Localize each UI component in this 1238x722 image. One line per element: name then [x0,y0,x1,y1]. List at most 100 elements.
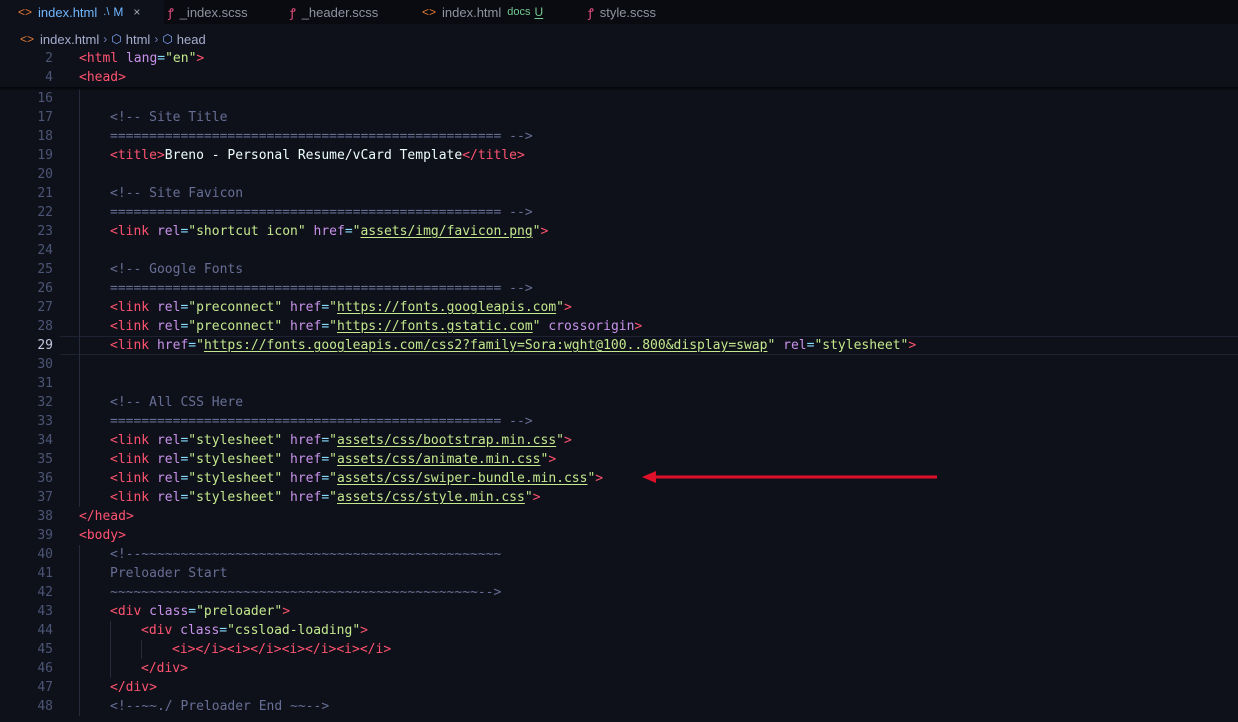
code-token: </ [79,509,95,524]
code-line[interactable]: 43 <div class="preloader"> [0,602,1238,621]
code-token: "stylesheet" [188,433,283,448]
tab-label: _header.scss [301,4,379,20]
code-token: = [321,433,330,448]
code-token: href [290,433,322,448]
code-token: = [321,490,330,505]
code-token: href [156,338,189,353]
line-number: 47 [37,680,53,695]
code-line[interactable]: 33 ======================================… [0,412,1238,431]
code-line[interactable]: 18 ======================================… [0,127,1238,146]
code-token: href [290,471,322,486]
tab-label: index.html [38,4,98,20]
code-line[interactable]: 41 Preloader Start [0,564,1238,583]
code-line[interactable]: 20 [0,165,1238,184]
code-editor[interactable]: 2 <html lang="en"> 4 <head> 16 17 <!-- Site Ti… [0,49,1238,722]
code-token: < [110,319,118,334]
code-token: > [118,70,126,85]
code-line[interactable]: 42 ~~~~~~~~~~~~~~~~~~~~~~~~~~~~~~~~~~~~~~… [0,583,1238,602]
code-token: = [321,300,330,315]
line-number: 4 [45,70,53,85]
code-token: > [156,148,165,163]
code-text: </head> [79,507,134,526]
line-number: 41 [37,566,53,581]
tab-4[interactable]: ꝭ style.scss [588,0,668,24]
code-line[interactable]: 19 <title>Breno - Personal Resume/vCard T… [0,146,1238,165]
code-line[interactable]: 17 <!-- Site Title [0,108,1238,127]
code-token: rel [156,452,181,467]
code-token: <!-- Google Fonts [110,262,244,277]
code-line[interactable]: 23 <link rel="shortcut icon" href="assets… [0,222,1238,241]
code-line[interactable]: 30 [0,355,1238,374]
code-token: div [117,604,142,619]
code-line[interactable]: 28 <link rel="preconnect" href="https://f… [0,317,1238,336]
close-icon[interactable]: × [133,5,140,19]
code-line[interactable]: 29 <link href="https://fonts.googleapis.c… [0,336,1238,355]
code-line[interactable]: 35 <link rel="stylesheet" href="assets/cs… [0,450,1238,469]
code-text: Preloader Start [110,564,227,583]
code-line[interactable]: 36 <link rel="stylesheet" href="assets/cs… [0,469,1238,488]
code-line[interactable]: 21 <!-- Site Favicon [0,184,1238,203]
code-line[interactable]: 45 <i></i><i></i><i></i><i></i> [0,640,1238,659]
code-token: ========================================… [110,129,533,144]
code-token: > [180,661,188,676]
code-token: link [117,319,150,334]
code-text: <!-- Site Title [110,108,227,127]
breadcrumb-head[interactable]: head [177,32,206,47]
code-token: "en" [165,51,197,66]
code-text: <div class="cssload-loading"> [141,621,368,640]
breadcrumb-html[interactable]: html [126,32,151,47]
code-line[interactable]: 16 [0,89,1238,108]
code-token: href [290,490,322,505]
code-line[interactable]: 38 </head> [0,507,1238,526]
line-number: 26 [37,281,53,296]
code-token: </ [462,148,478,163]
tab-1[interactable]: ꝭ _index.scss [168,0,278,24]
code-token: div [156,661,181,676]
code-token: href [290,300,322,315]
code-line[interactable]: 25 <!-- Google Fonts [0,260,1238,279]
breadcrumb-file[interactable]: index.html [40,32,99,47]
code-line[interactable]: 44 <div class="cssload-loading"> [0,621,1238,640]
line-number: 20 [37,167,53,182]
code-line[interactable]: 40 <!--~~~~~~~~~~~~~~~~~~~~~~~~~~~~~~~~~~… [0,545,1238,564]
code-token: link [117,224,150,239]
code-line[interactable]: 26 ======================================… [0,279,1238,298]
code-line[interactable]: 39 <body> [0,526,1238,545]
code-token: ========================================… [110,281,533,296]
code-line[interactable]: 27 <link rel="preconnect" href="https://f… [0,298,1238,317]
code-line[interactable]: 32 <!-- All CSS Here [0,393,1238,412]
code-line[interactable]: 37 <link rel="stylesheet" href="assets/cs… [0,488,1238,507]
indent-guide [79,621,80,640]
code-token: rel [783,338,807,353]
tab-label: index.html [442,4,502,20]
code-line[interactable]: 24 [0,241,1238,260]
code-line[interactable]: 46 </div> [0,659,1238,678]
code-text: </div> [110,678,157,697]
code-text: <link rel="stylesheet" href="assets/css/… [110,488,541,507]
code-token: > [563,300,572,315]
code-token: " [329,433,337,448]
tab-0[interactable]: <> index.html .\ M × [0,0,164,24]
code-line[interactable]: 2 <html lang="en"> [0,49,1238,68]
code-text: <!--~~~~~~~~~~~~~~~~~~~~~~~~~~~~~~~~~~~~… [110,545,501,564]
code-line[interactable]: 31 [0,374,1238,393]
code-line[interactable]: 47 </div> [0,678,1238,697]
arrow-head [642,471,656,483]
code-text: <link rel="stylesheet" href="assets/css/… [110,469,603,488]
tab-2[interactable]: ꝭ _header.scss [290,0,410,24]
code-token: = [321,319,330,334]
line-number: 38 [37,509,53,524]
code-token: <i></i><i></i><i></i><i></i> [172,642,392,657]
code-line[interactable]: 48 <!--~~./ Preloader End ~~--> [0,697,1238,716]
code-line[interactable]: 22 ======================================… [0,203,1238,222]
indent-guide [79,640,80,659]
code-line[interactable]: 34 <link rel="stylesheet" href="assets/cs… [0,431,1238,450]
tab-3[interactable]: <> index.html docs U [422,0,574,24]
html-file-icon: <> [18,5,33,19]
code-text: <body> [79,526,126,545]
code-line[interactable]: 4 <head> [0,68,1238,87]
